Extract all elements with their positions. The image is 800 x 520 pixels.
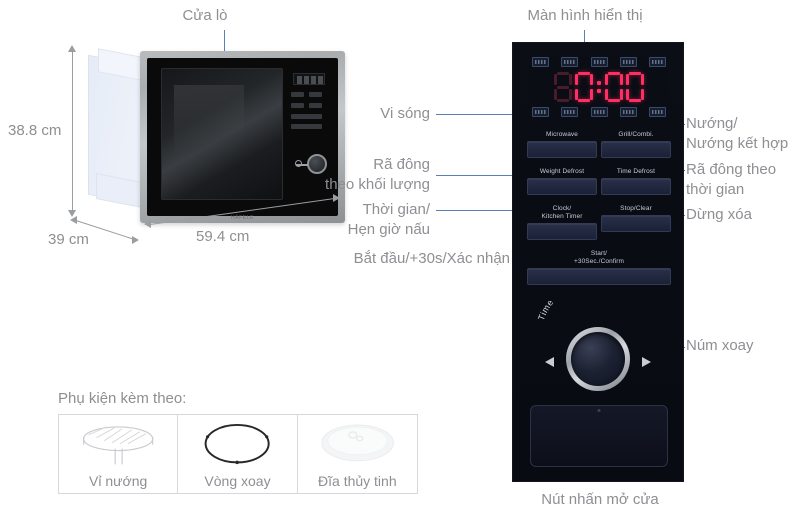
callout-grill-label: Nướng/ Nướng kết hợp [686,115,789,152]
callout-clock-timer-label: Thời gian/ Hẹn giờ nấu [347,201,430,238]
microwave-icon [649,57,666,67]
digit-2 [575,72,593,102]
door-open-button[interactable] [530,405,668,467]
digit-3 [605,72,623,102]
knob-arrow-left-icon [545,357,554,367]
accessory-name-grill-rack: Vỉ nướng [89,473,148,489]
rotary-knob-face[interactable] [571,332,625,386]
time-defrost-button-label: Time Defrost [616,168,656,175]
stop-clear-button[interactable]: Stop/Clear [601,205,671,240]
weight-icon [532,107,549,117]
callout-weight-defrost-label: Rã đông theo khối lượng [325,156,430,193]
weight-defrost-button[interactable]: Weight Defrost [527,168,597,195]
colon-separator [596,72,602,102]
dim-height-text: 38.8 cm [8,122,62,139]
microwave-button-pad[interactable] [527,141,597,158]
microwave-button-label: Microwave [546,131,578,138]
callout-time-defrost-label: Rã đông theo thời gian [686,161,777,198]
start-confirm-button[interactable]: Start/ +30Sec./Confirm [527,250,671,285]
microwave-button[interactable]: Microwave [527,131,597,158]
oven-body: HÄFELE [140,51,345,223]
accessories-row: Vỉ nướng Vòng xoay Đĩa thủy tinh [58,414,418,494]
control-panel: Microwave Grill/Combi. Weight Defrost Ti… [512,42,684,482]
glass-plate-icon [298,421,417,467]
callout-display-label: Màn hình hiển thị [527,7,643,24]
grill-rack-icon [59,421,177,467]
dim-height-line [72,52,73,210]
callout-stop-clear-label: Dừng xóa [686,206,752,223]
accessory-item-roller-ring: Vòng xoay [178,415,298,493]
timer-icon [619,107,637,117]
time-defrost-button-pad[interactable] [601,178,671,195]
callout-knob-label: Núm xoay [686,337,754,354]
button-grid: Microwave Grill/Combi. Weight Defrost Ti… [527,131,671,295]
accessory-item-glass-plate: Đĩa thủy tinh [298,415,417,493]
accessory-item-grill-rack: Vỉ nướng [59,415,179,493]
knob-arc-text: Time Weight Auto Menu [536,273,635,321]
callout-door-button-label: Nút nhấn mở cửa [541,491,659,508]
stop-clear-button-pad[interactable] [601,215,671,232]
dim-depth-text: 39 cm [48,231,89,248]
oven-door-glass [161,68,283,200]
accessories-title: Phụ kiện kèm theo: [58,390,187,407]
knob-zone: Time Weight Auto Menu [513,273,683,411]
accessory-name-roller-ring: Vòng xoay [204,473,271,489]
callout-door-label: Cửa lò [182,7,228,24]
brand-logo: HÄFELE [230,215,255,221]
combi-icon [619,57,637,67]
grill-combi-button[interactable]: Grill/Combi. [601,131,671,158]
clock-kitchen-timer-button-label: Clock/ Kitchen Timer [541,205,583,220]
stop-clear-button-label: Stop/Clear [620,205,652,212]
oven-display-small [293,73,325,85]
accessory-name-glass-plate: Đĩa thủy tinh [318,473,397,489]
start-confirm-button-label: Start/ +30Sec./Confirm [573,250,625,265]
grill-combi-button-pad[interactable] [601,141,671,158]
auto-icon [590,107,608,117]
defrost-icon [561,107,579,117]
clock-icon [561,57,579,67]
roller-ring-icon [178,421,296,467]
product-diagram: Cửa lò Màn hình hiển thị HÄFELE 38.8 cm … [0,0,800,520]
weight-defrost-button-label: Weight Defrost [539,168,585,175]
start-confirm-button-pad[interactable] [527,268,671,285]
auto-menu-icon [532,57,549,67]
callout-start-label: Bắt đầu/+30s/Xác nhận [353,250,510,267]
svg-text:Time Weight Auto Menu: Time Weight Auto Menu [536,301,635,322]
callout-microwave-label: Vi sóng [380,105,430,122]
clock-kitchen-timer-button-pad[interactable] [527,223,597,240]
digit-1 [554,72,572,102]
dim-width-text: 59.4 cm [196,228,250,245]
display-bottom-indicators [529,107,669,117]
time-defrost-button[interactable]: Time Defrost [601,168,671,195]
knob-arrow-right-icon [642,357,651,367]
weight-defrost-button-pad[interactable] [527,178,597,195]
digit-4 [626,72,644,102]
clock-kitchen-timer-button[interactable]: Clock/ Kitchen Timer [527,205,597,240]
grill-combi-button-label: Grill/Combi. [618,131,654,138]
display-top-indicators [529,57,669,67]
grill-icon [590,57,608,67]
display-screen [529,57,669,117]
lock-icon [649,107,666,117]
seven-segment-digits [529,71,669,103]
accessories-section: Phụ kiện kèm theo: Vỉ nướng Vòng xoay Đĩ… [58,390,418,494]
rotary-knob[interactable] [566,327,630,391]
